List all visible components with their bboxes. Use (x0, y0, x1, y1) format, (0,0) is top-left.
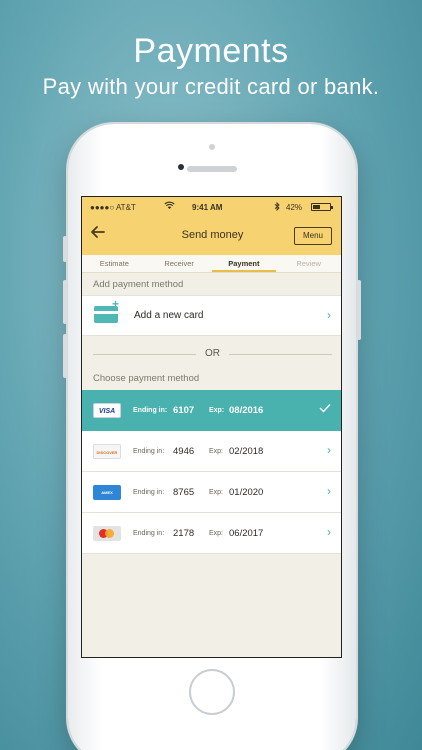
carrier-label: ●●●●○ AT&T (90, 203, 136, 212)
battery-icon (311, 203, 333, 211)
wifi-icon (164, 201, 175, 212)
chevron-right-icon: › (327, 443, 331, 457)
power-button (357, 280, 361, 340)
step-payment[interactable]: Payment (211, 255, 277, 272)
card-ending: 6107 (173, 405, 195, 416)
headline-title: Payments (133, 32, 289, 70)
add-new-card-row[interactable]: + Add a new card › (82, 295, 341, 336)
bluetooth-icon (274, 201, 280, 213)
ending-label: Ending in: (133, 489, 165, 496)
card-row-amex[interactable]: AMEX Ending in: 8765 Exp: 01/2020 › (82, 472, 341, 513)
add-card-label: Add a new card (134, 310, 204, 321)
earpiece-speaker (187, 166, 237, 172)
chevron-right-icon: › (327, 484, 331, 498)
discover-logo-icon: DISCOVER (93, 444, 121, 459)
exp-label: Exp: (209, 489, 224, 496)
card-row-visa[interactable]: VISA Ending in: 6107 Exp: 08/2016 (82, 390, 341, 431)
status-time: 9:41 AM (192, 203, 223, 212)
divider-line-right (229, 354, 332, 355)
mastercard-logo-icon (93, 526, 121, 541)
app-header: ●●●●○ AT&T 9:41 AM 42% Send money Menu (82, 197, 341, 255)
or-divider: OR (82, 336, 341, 372)
card-expiry: 02/2018 (229, 446, 264, 457)
exp-label: Exp: (209, 407, 225, 414)
ending-label: Ending in: (133, 448, 165, 455)
app-screen: ●●●●○ AT&T 9:41 AM 42% Send money Menu E… (81, 196, 342, 658)
card-ending: 2178 (173, 528, 195, 539)
front-camera (178, 164, 184, 170)
home-button[interactable] (189, 669, 235, 715)
exp-label: Exp: (209, 530, 224, 537)
checkmark-icon (319, 402, 331, 416)
card-row-discover[interactable]: DISCOVER Ending in: 4946 Exp: 02/2018 › (82, 431, 341, 472)
card-ending: 4946 (173, 446, 195, 457)
battery-percent: 42% (286, 203, 303, 212)
ending-label: Ending in: (133, 530, 165, 537)
card-expiry: 06/2017 (229, 528, 264, 539)
plus-icon: + (112, 297, 120, 311)
menu-button[interactable]: Menu (294, 227, 332, 245)
status-bar: ●●●●○ AT&T 9:41 AM 42% (82, 197, 341, 217)
card-expiry: 08/2016 (229, 405, 264, 416)
ending-label: Ending in: (133, 407, 168, 414)
proximity-sensor (209, 144, 215, 150)
headline-subtitle: Pay with your credit card or bank. (42, 74, 380, 99)
mute-switch (63, 236, 67, 262)
volume-down-button (63, 334, 67, 378)
volume-up-button (63, 280, 67, 324)
battery-fill (313, 205, 320, 209)
choose-section-label: Choose payment method (93, 373, 200, 384)
visa-logo-icon: VISA (93, 403, 121, 418)
chevron-right-icon: › (327, 525, 331, 539)
card-ending: 8765 (173, 487, 195, 498)
add-section-label: Add payment method (93, 279, 184, 290)
step-receiver[interactable]: Receiver (147, 255, 212, 272)
progress-steps: Estimate Receiver Payment Review (82, 255, 341, 273)
nav-bar: Send money Menu (82, 217, 341, 255)
exp-label: Exp: (209, 448, 224, 455)
card-expiry: 01/2020 (229, 487, 264, 498)
step-review: Review (296, 259, 321, 268)
chevron-right-icon: › (327, 308, 331, 322)
amex-logo-icon: AMEX (93, 485, 121, 500)
card-row-mastercard[interactable]: Ending in: 2178 Exp: 06/2017 › (82, 513, 341, 554)
step-estimate[interactable]: Estimate (82, 255, 147, 272)
